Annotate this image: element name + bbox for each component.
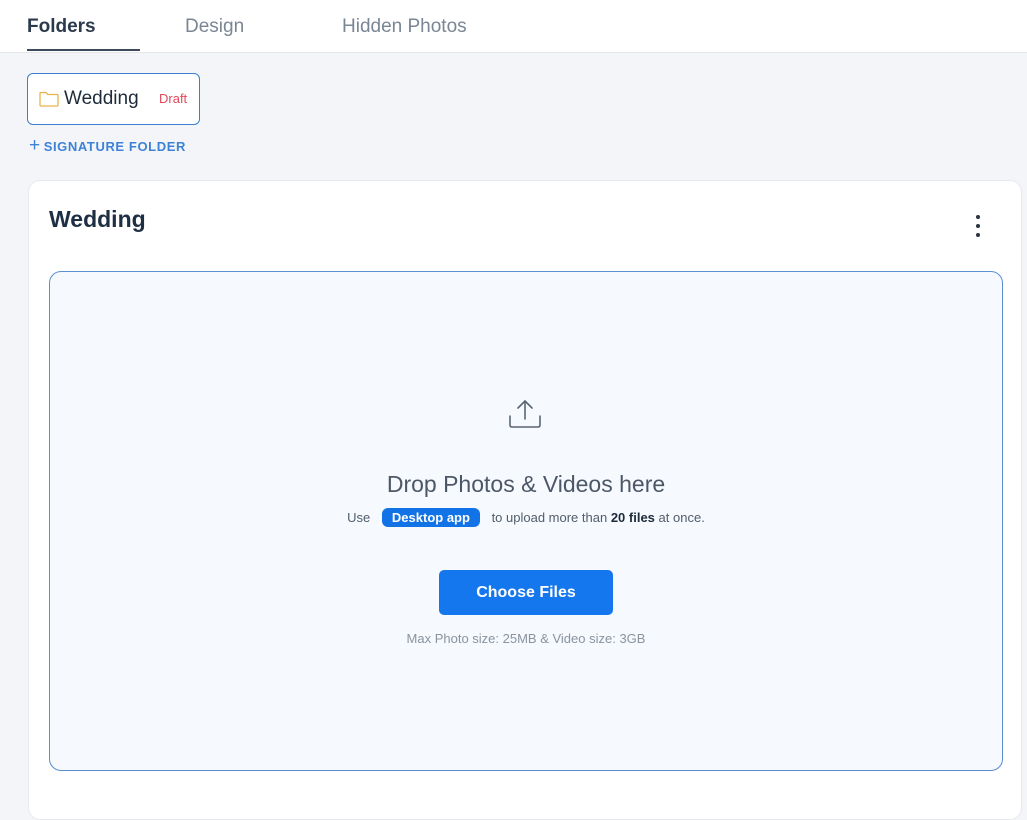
- choose-files-button[interactable]: Choose Files: [439, 570, 613, 615]
- file-count-limit: 20 files: [610, 510, 655, 525]
- top-nav: Folders Design Hidden Photos: [0, 0, 1027, 53]
- folder-status-badge: Draft: [159, 91, 188, 106]
- folder-name: Wedding: [64, 88, 139, 109]
- active-tab-indicator: [27, 49, 140, 51]
- upload-dropzone[interactable]: Drop Photos & Videos here Use Desktop ap…: [49, 271, 1003, 771]
- folder-panel: Wedding Drop Photos & Videos here Use De…: [28, 180, 1022, 820]
- size-limits-text: Max Photo size: 25MB & Video size: 3GB: [406, 631, 646, 646]
- kebab-menu-icon[interactable]: [966, 212, 990, 240]
- tab-hidden-photos[interactable]: Hidden Photos: [342, 0, 467, 52]
- sub-middle: to upload more than: [491, 510, 608, 525]
- add-folder-label: SIGNATURE FOLDER: [43, 138, 186, 154]
- dropzone-title: Drop Photos & Videos here: [386, 471, 666, 497]
- add-signature-folder-button[interactable]: + SIGNATURE FOLDER: [29, 136, 186, 156]
- sub-suffix: at once.: [658, 510, 705, 525]
- folder-icon: [39, 91, 59, 107]
- sub-prefix: Use: [347, 510, 371, 525]
- upload-icon: [509, 400, 541, 428]
- plus-icon: +: [29, 135, 41, 156]
- panel-title: Wedding: [49, 206, 146, 232]
- tab-design[interactable]: Design: [185, 0, 244, 52]
- folder-item-wedding[interactable]: Wedding Draft: [27, 73, 200, 125]
- dropzone-subtitle: Use Desktop app to upload more than 20 f…: [50, 508, 1002, 527]
- desktop-app-link[interactable]: Desktop app: [381, 508, 480, 527]
- tab-folders[interactable]: Folders: [27, 0, 96, 52]
